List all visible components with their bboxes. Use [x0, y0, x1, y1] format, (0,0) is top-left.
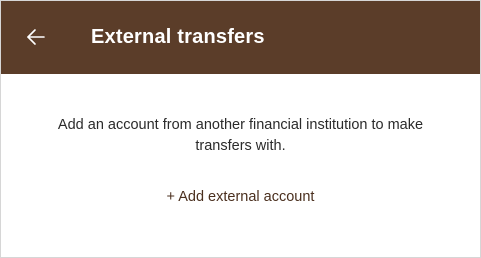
- app-screen: External transfers Add an account from a…: [0, 0, 481, 258]
- add-external-account-link[interactable]: + Add external account: [1, 187, 480, 208]
- back-button[interactable]: [26, 27, 46, 47]
- app-bar: External transfers: [1, 1, 480, 74]
- empty-state-message: Add an account from another financial in…: [57, 117, 424, 154]
- page-title: External transfers: [91, 26, 265, 48]
- arrow-left-icon: [27, 29, 45, 45]
- empty-state: Add an account from another financial in…: [1, 74, 480, 257]
